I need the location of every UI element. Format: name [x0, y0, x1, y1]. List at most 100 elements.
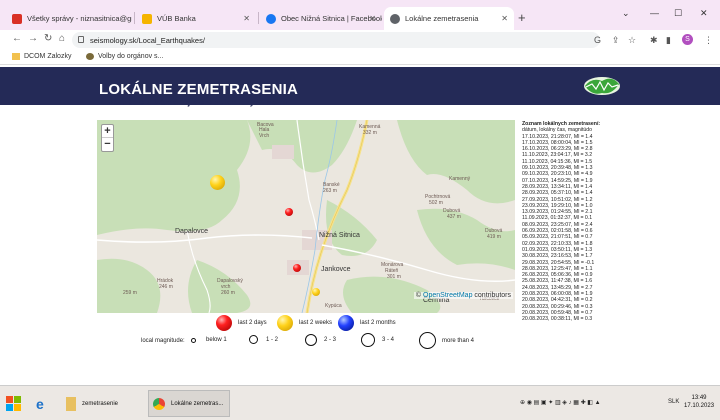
- map-label-town: Nižná Sitnica: [319, 232, 360, 239]
- page-subtitle: Lokalizácie z Národnej siete seizmických…: [99, 97, 292, 107]
- gmail-icon: [12, 13, 22, 24]
- earthquake-map[interactable]: + − Bacova Hala Vrch Kamenná 332 m Bansk…: [97, 120, 515, 313]
- legend-magnitude-below1: below 1: [191, 337, 227, 343]
- zoom-in-button[interactable]: +: [102, 125, 113, 138]
- back-arrow-icon[interactable]: ←: [12, 33, 22, 44]
- address-bar: ← → ↻ ⌂ seismology.sk/Local_Earthquakes/…: [0, 30, 720, 50]
- map-label: 246 m: [159, 284, 173, 290]
- tab-label: Lokálne zemetrasenia: [405, 14, 479, 23]
- close-tab-icon[interactable]: ✕: [369, 14, 376, 23]
- chrome-icon: [153, 397, 165, 410]
- language-indicator[interactable]: SLK: [668, 399, 679, 405]
- internet-explorer-icon[interactable]: e: [32, 390, 56, 417]
- map-attribution: © OpenStreetMap contributors: [413, 292, 513, 299]
- folder-icon: [66, 396, 76, 411]
- facebook-icon: [266, 13, 276, 24]
- clock[interactable]: 13:49 17.10.2023: [684, 394, 714, 410]
- tab-label: Všetky správy - niznasitnica@gm: [27, 14, 132, 23]
- map-label: Kypúca: [325, 303, 342, 309]
- reload-icon[interactable]: ↻: [44, 33, 52, 44]
- map-label: 260 m: [221, 290, 235, 296]
- legend-age-yellow: last 2 weeks: [277, 315, 332, 331]
- earthquake-list: Zoznam lokálnych zemetrasení: dátum, lok…: [522, 121, 622, 323]
- map-label: Kamenný: [449, 176, 471, 182]
- close-tab-icon[interactable]: ✕: [501, 14, 508, 23]
- url-text: seismology.sk/Local_Earthquakes/: [90, 35, 205, 45]
- lock-icon: [78, 36, 84, 43]
- zoom-out-button[interactable]: −: [102, 138, 113, 151]
- folder-icon: [12, 53, 20, 60]
- openstreetmap-link[interactable]: OpenStreetMap: [423, 292, 472, 299]
- url-field[interactable]: seismology.sk/Local_Earthquakes/: [72, 32, 600, 48]
- bookmark-star-icon[interactable]: ☆: [628, 35, 636, 46]
- map-label: 332 m: [363, 130, 377, 136]
- circle-icon: [249, 335, 258, 344]
- map-label: 437 m: [447, 214, 461, 220]
- earthquake-marker[interactable]: [293, 264, 301, 272]
- legend-magnitude-3-4: 3 - 4: [361, 333, 394, 347]
- legend-age-blue: last 2 months: [338, 315, 396, 331]
- tab-gmail[interactable]: Všetky správy - niznasitnica@gm: [6, 7, 132, 30]
- zoom-control: + −: [101, 124, 114, 152]
- legend-magnitude-title: local magnitude:: [141, 338, 185, 344]
- earthquake-marker[interactable]: [312, 288, 320, 296]
- extensions-icon[interactable]: ✱: [650, 35, 658, 46]
- windows-start-icon[interactable]: [6, 396, 22, 412]
- earthquake-marker[interactable]: [210, 175, 225, 190]
- tab-vub[interactable]: VÚB Banka ✕: [136, 7, 256, 30]
- close-window-icon[interactable]: ✕: [700, 8, 708, 19]
- map-label: 502 m: [429, 200, 443, 206]
- maximize-icon[interactable]: ☐: [674, 8, 682, 19]
- map-label-town: Jankovce: [321, 266, 351, 273]
- close-tab-icon[interactable]: ✕: [243, 14, 250, 23]
- tab-earthquakes[interactable]: Lokálne zemetrasenia ✕: [384, 7, 514, 30]
- home-icon[interactable]: ⌂: [59, 33, 65, 44]
- map-label: 301 m: [387, 274, 401, 280]
- windows-taskbar: e zemetrasenie Lokálne zemetras... ⊕ ◉ ▤…: [0, 385, 720, 420]
- forward-arrow-icon[interactable]: →: [28, 33, 38, 44]
- minimize-icon[interactable]: —: [650, 8, 659, 18]
- profile-avatar[interactable]: S: [682, 34, 693, 45]
- map-label: Vrch: [259, 133, 270, 139]
- tab-search-icon[interactable]: ⌄: [622, 8, 630, 19]
- new-tab-button[interactable]: +: [518, 10, 526, 25]
- legend-magnitude-1-2: 1 - 2: [249, 335, 278, 344]
- list-entries: 17.10.2023, 21:28:07, Ml = 1.4 17.10.2023…: [522, 134, 622, 323]
- browser-tab-bar: Všetky správy - niznasitnica@gm VÚB Bank…: [0, 0, 720, 30]
- taskbar-item-chrome[interactable]: Lokálne zemetras...: [148, 390, 230, 417]
- tab-label: Obec Nižná Sitnica | Facebook: [281, 14, 382, 23]
- tab-facebook[interactable]: Obec Nižná Sitnica | Facebook ✕: [260, 7, 382, 30]
- google-icon[interactable]: G: [594, 35, 601, 45]
- legend-magnitude-over4: more than 4: [419, 332, 474, 349]
- taskbar-item-folder[interactable]: zemetrasenie: [62, 390, 146, 417]
- yellow-ball-icon: [277, 315, 293, 331]
- bookmark-dcom[interactable]: DCOM Zalozky: [12, 53, 71, 60]
- menu-icon[interactable]: ⋮: [704, 35, 713, 46]
- share-icon[interactable]: ⇪: [612, 35, 620, 46]
- list-item: 20.08.2023, 00:38:11, Ml = 0.3: [522, 316, 593, 323]
- earthquake-marker[interactable]: [285, 208, 293, 216]
- legend-magnitude-2-3: 2 - 3: [305, 334, 336, 346]
- page-title: LOKÁLNE ZEMETRASENIA: [99, 81, 298, 98]
- page-content: LOKÁLNE ZEMETRASENIA Lokalizácie z Národ…: [0, 65, 720, 385]
- tray-icons[interactable]: ⊕ ◉ ▤ ▣ ✦ ▥ ◈ ♪ ▦ ✚ ◧ ▲: [520, 399, 601, 406]
- map-label: 263 m: [323, 188, 337, 194]
- seismology-logo-icon[interactable]: [582, 73, 622, 97]
- circle-icon: [191, 337, 196, 343]
- bookmarks-bar: DCOM Zalozky Volby do orgánov s...: [0, 50, 720, 65]
- crest-icon: [86, 53, 94, 60]
- circle-icon: [419, 332, 436, 349]
- legend-age-red: last 2 days: [216, 315, 267, 331]
- red-ball-icon: [216, 315, 232, 331]
- map-label: 419 m: [487, 234, 501, 240]
- map-label-town: Dapalovce: [175, 228, 209, 235]
- globe-icon: [390, 13, 400, 24]
- map-label: 259 m: [123, 290, 137, 296]
- circle-icon: [361, 333, 375, 347]
- vub-icon: [142, 13, 152, 24]
- circle-icon: [305, 334, 317, 346]
- tab-label: VÚB Banka: [157, 14, 196, 23]
- blue-ball-icon: [338, 315, 354, 331]
- bookmark-volby[interactable]: Volby do orgánov s...: [86, 53, 163, 60]
- sidepanel-icon[interactable]: ▮: [666, 35, 671, 46]
